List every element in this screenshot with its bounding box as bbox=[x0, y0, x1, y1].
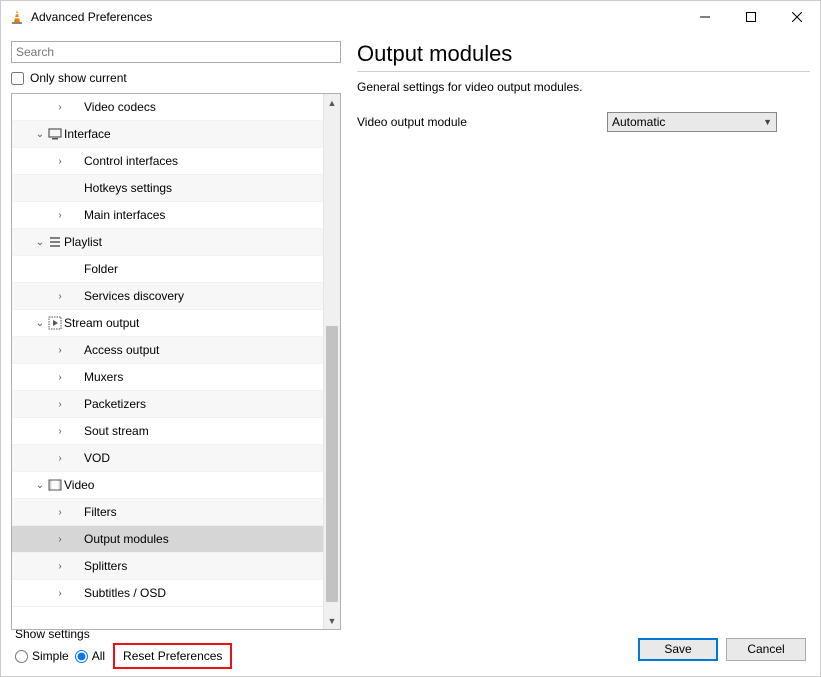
expand-closed-icon[interactable]: › bbox=[54, 102, 66, 113]
titlebar: Advanced Preferences bbox=[1, 1, 820, 33]
window-title: Advanced Preferences bbox=[31, 10, 152, 24]
expand-closed-icon[interactable]: › bbox=[54, 210, 66, 221]
playlist-icon bbox=[46, 235, 64, 249]
video-icon bbox=[46, 478, 64, 492]
tree-item-label: Video codecs bbox=[84, 100, 156, 114]
tree-item-label: Main interfaces bbox=[84, 208, 165, 222]
tree-item[interactable]: ⌄ Stream output bbox=[12, 310, 340, 337]
tree-item-label: Stream output bbox=[64, 316, 139, 330]
chevron-down-icon: ▼ bbox=[763, 117, 772, 127]
expand-closed-icon[interactable]: › bbox=[54, 453, 66, 464]
cancel-button[interactable]: Cancel bbox=[726, 638, 806, 661]
search-input[interactable] bbox=[11, 41, 341, 63]
video-output-module-label: Video output module bbox=[357, 115, 587, 129]
vlc-cone-icon bbox=[9, 9, 25, 25]
scrollbar-thumb[interactable] bbox=[326, 326, 338, 602]
tree-item[interactable]: › Output modules bbox=[12, 526, 340, 553]
panel-subtitle: General settings for video output module… bbox=[357, 80, 810, 94]
settings-panel: Output modules General settings for vide… bbox=[357, 41, 810, 630]
minimize-button[interactable] bbox=[682, 1, 728, 33]
save-button[interactable]: Save bbox=[638, 638, 718, 661]
all-radio[interactable] bbox=[75, 650, 88, 663]
expand-closed-icon[interactable]: › bbox=[54, 156, 66, 167]
reset-preferences-button[interactable]: Reset Preferences bbox=[113, 643, 232, 669]
tree-scrollbar[interactable]: ▲ ▼ bbox=[323, 94, 340, 629]
all-radio-row[interactable]: All bbox=[75, 649, 105, 663]
tree-item-label: Access output bbox=[84, 343, 159, 357]
tree-item-label: Folder bbox=[84, 262, 118, 276]
tree-item-label: Playlist bbox=[64, 235, 102, 249]
tree-item[interactable]: › Access output bbox=[12, 337, 340, 364]
expand-open-icon[interactable]: ⌄ bbox=[34, 480, 46, 491]
expand-closed-icon[interactable]: › bbox=[54, 588, 66, 599]
expand-closed-icon[interactable]: › bbox=[54, 399, 66, 410]
expand-open-icon[interactable]: ⌄ bbox=[34, 129, 46, 140]
tree-item[interactable]: Folder bbox=[12, 256, 340, 283]
tree-item-label: Packetizers bbox=[84, 397, 146, 411]
simple-radio-row[interactable]: Simple bbox=[15, 649, 69, 663]
panel-title: Output modules bbox=[357, 41, 810, 71]
interface-icon bbox=[46, 127, 64, 141]
tree-item[interactable]: ⌄ Interface bbox=[12, 121, 340, 148]
tree-item-label: Hotkeys settings bbox=[84, 181, 172, 195]
expand-closed-icon[interactable]: › bbox=[54, 291, 66, 302]
tree-item-label: Video bbox=[64, 478, 94, 492]
only-show-current-checkbox[interactable] bbox=[11, 72, 24, 85]
tree-item-label: Subtitles / OSD bbox=[84, 586, 166, 600]
simple-radio[interactable] bbox=[15, 650, 28, 663]
video-output-module-combo[interactable]: Automatic ▼ bbox=[607, 112, 777, 132]
tree-item-label: VOD bbox=[84, 451, 110, 465]
tree-item[interactable]: › Services discovery bbox=[12, 283, 340, 310]
expand-closed-icon[interactable]: › bbox=[54, 534, 66, 545]
category-tree[interactable]: › Video codecs ⌄ Interface › Control interfac… bbox=[12, 94, 340, 607]
tree-item[interactable]: › Muxers bbox=[12, 364, 340, 391]
tree-item[interactable]: › Splitters bbox=[12, 553, 340, 580]
tree-item[interactable]: › Subtitles / OSD bbox=[12, 580, 340, 607]
all-label: All bbox=[92, 649, 105, 663]
tree-item[interactable]: › Sout stream bbox=[12, 418, 340, 445]
tree-container: › Video codecs ⌄ Interface › Control interfac… bbox=[11, 93, 341, 630]
tree-item[interactable]: › Filters bbox=[12, 499, 340, 526]
tree-item[interactable]: › Video codecs bbox=[12, 94, 340, 121]
advanced-preferences-window: Advanced Preferences Only show current ›… bbox=[0, 0, 821, 677]
tree-item-label: Control interfaces bbox=[84, 154, 178, 168]
maximize-button[interactable] bbox=[728, 1, 774, 33]
stream-icon bbox=[46, 316, 64, 330]
tree-item[interactable]: › Control interfaces bbox=[12, 148, 340, 175]
video-output-module-row: Video output module Automatic ▼ bbox=[357, 112, 810, 132]
tree-item-label: Interface bbox=[64, 127, 111, 141]
tree-item[interactable]: ⌄ Playlist bbox=[12, 229, 340, 256]
expand-closed-icon[interactable]: › bbox=[54, 426, 66, 437]
only-show-current-row[interactable]: Only show current bbox=[11, 69, 341, 87]
expand-closed-icon[interactable]: › bbox=[54, 561, 66, 572]
scroll-down-arrow[interactable]: ▼ bbox=[324, 612, 340, 629]
close-button[interactable] bbox=[774, 1, 820, 33]
panel-divider bbox=[357, 71, 810, 72]
scroll-up-arrow[interactable]: ▲ bbox=[324, 94, 340, 111]
combo-value: Automatic bbox=[612, 115, 665, 129]
expand-closed-icon[interactable]: › bbox=[54, 345, 66, 356]
tree-item-label: Output modules bbox=[84, 532, 169, 546]
tree-item[interactable]: › VOD bbox=[12, 445, 340, 472]
expand-open-icon[interactable]: ⌄ bbox=[34, 237, 46, 248]
footer: Show settings Simple All Reset Preferenc… bbox=[1, 630, 820, 676]
tree-item[interactable]: ⌄ Video bbox=[12, 472, 340, 499]
tree-item-label: Muxers bbox=[84, 370, 123, 384]
tree-item-label: Filters bbox=[84, 505, 117, 519]
tree-item-label: Sout stream bbox=[84, 424, 149, 438]
only-show-current-label: Only show current bbox=[30, 71, 127, 85]
expand-closed-icon[interactable]: › bbox=[54, 507, 66, 518]
tree-item-label: Services discovery bbox=[84, 289, 184, 303]
tree-item[interactable]: Hotkeys settings bbox=[12, 175, 340, 202]
expand-closed-icon[interactable]: › bbox=[54, 372, 66, 383]
tree-item[interactable]: › Packetizers bbox=[12, 391, 340, 418]
expand-open-icon[interactable]: ⌄ bbox=[34, 318, 46, 329]
tree-item[interactable]: › Main interfaces bbox=[12, 202, 340, 229]
simple-label: Simple bbox=[32, 649, 69, 663]
tree-item-label: Splitters bbox=[84, 559, 127, 573]
